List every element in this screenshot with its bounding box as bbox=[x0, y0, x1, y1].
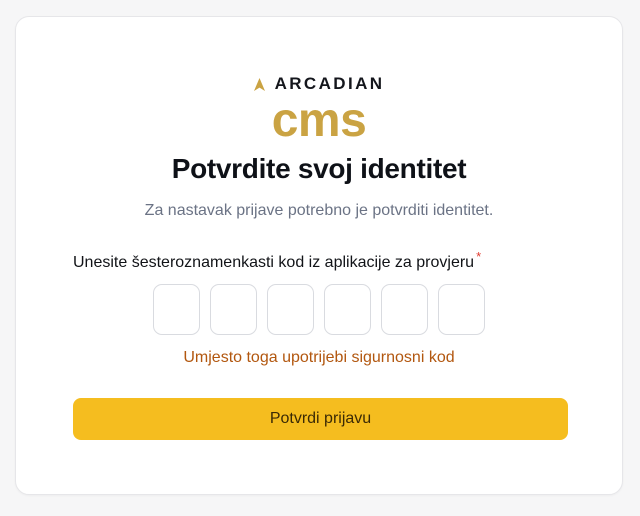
otp-input-group bbox=[153, 284, 485, 335]
verification-card: ARCADIAN cms Potvrdite svoj identitet Za… bbox=[15, 16, 623, 495]
required-marker: * bbox=[476, 248, 482, 264]
otp-digit-3[interactable] bbox=[267, 284, 314, 335]
otp-digit-2[interactable] bbox=[210, 284, 257, 335]
otp-digit-4[interactable] bbox=[324, 284, 371, 335]
arrow-up-icon bbox=[253, 77, 265, 91]
otp-digit-6[interactable] bbox=[438, 284, 485, 335]
confirm-login-button[interactable]: Potvrdi prijavu bbox=[73, 398, 568, 440]
otp-digit-5[interactable] bbox=[381, 284, 428, 335]
brand-name: ARCADIAN bbox=[274, 74, 385, 93]
page-subtitle: Za nastavak prijave potrebno je potvrdit… bbox=[144, 202, 494, 219]
otp-digit-1[interactable] bbox=[153, 284, 200, 335]
brand-logo: ARCADIAN bbox=[16, 74, 622, 94]
code-field-label-text: Unesite šesteroznamenkasti kod iz aplika… bbox=[73, 254, 475, 271]
product-name: cms bbox=[271, 94, 367, 147]
page-title: Potvrdite svoj identitet bbox=[171, 153, 467, 184]
use-security-code-link[interactable]: Umjesto toga upotrijebi sigurnosni kod bbox=[16, 348, 622, 368]
code-field-label: Unesite šesteroznamenkasti kod iz aplika… bbox=[73, 250, 481, 273]
